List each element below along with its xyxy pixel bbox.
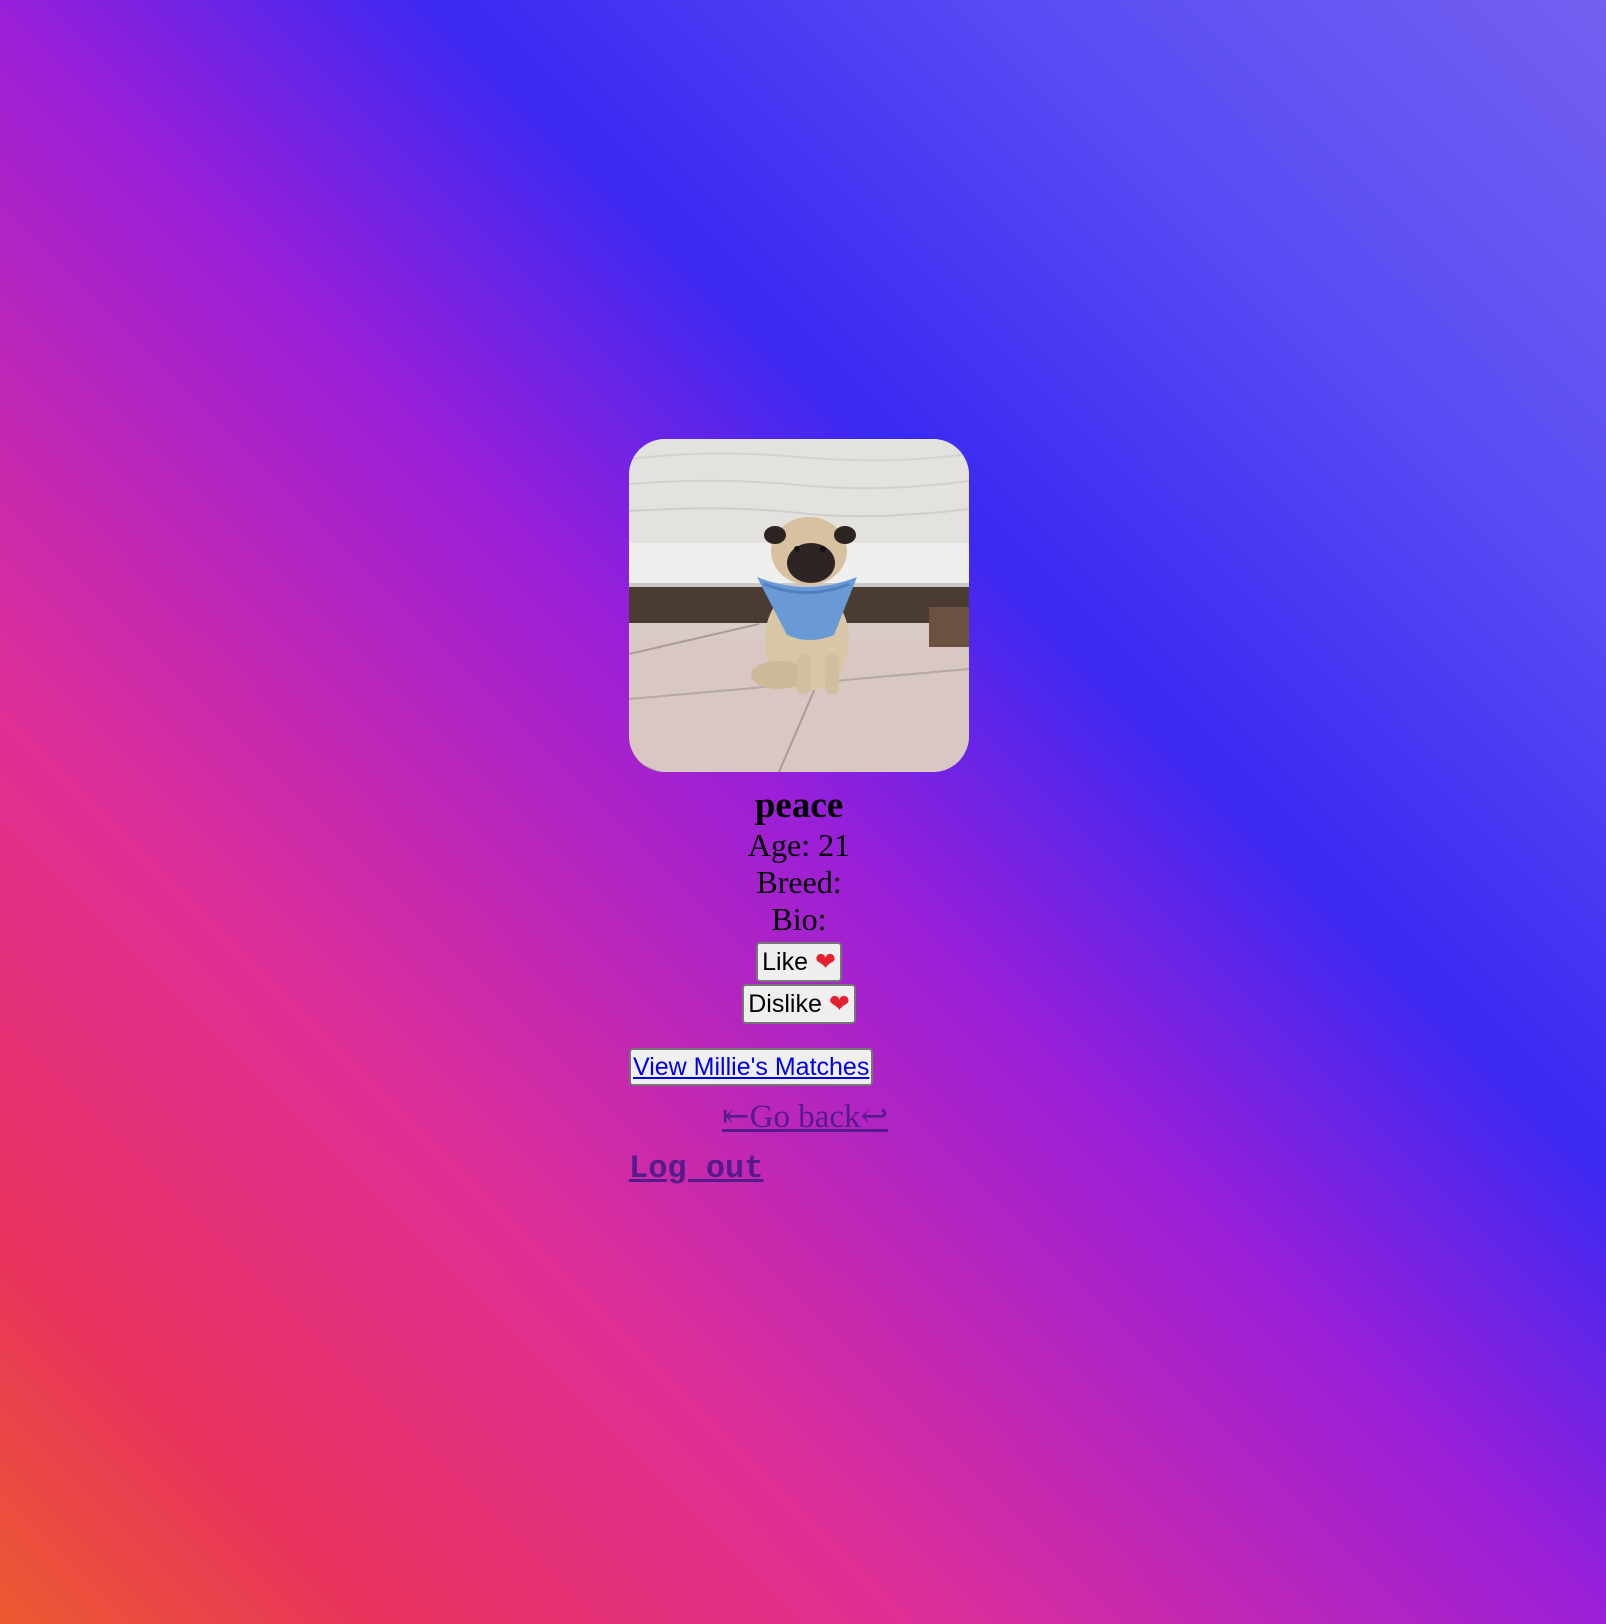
- like-button[interactable]: Like ❤: [756, 942, 842, 982]
- breed-text: Breed:: [756, 864, 842, 900]
- profile-photo: [629, 439, 969, 772]
- pug-photo-image: [629, 439, 969, 772]
- dislike-label: Dislike: [748, 990, 822, 1018]
- dislike-button[interactable]: Dislike ❤︎: [742, 984, 856, 1024]
- like-label: Like: [762, 948, 808, 976]
- dog-name: peace: [754, 785, 844, 826]
- bio-text: Bio:: [771, 901, 827, 937]
- view-matches-button[interactable]: View Millie's Matches: [629, 1048, 874, 1086]
- go-back-link[interactable]: ⇤Go back↩: [722, 1097, 888, 1137]
- red-heart-icon: ❤: [814, 947, 836, 976]
- logout-link[interactable]: Log out: [629, 1150, 763, 1188]
- age-text: Age: 21: [747, 827, 851, 863]
- broken-heart-icon: ❤︎: [828, 989, 850, 1018]
- profile-card: peace Age: 21 Breed: Bio: Like ❤ Dislike…: [629, 439, 969, 1024]
